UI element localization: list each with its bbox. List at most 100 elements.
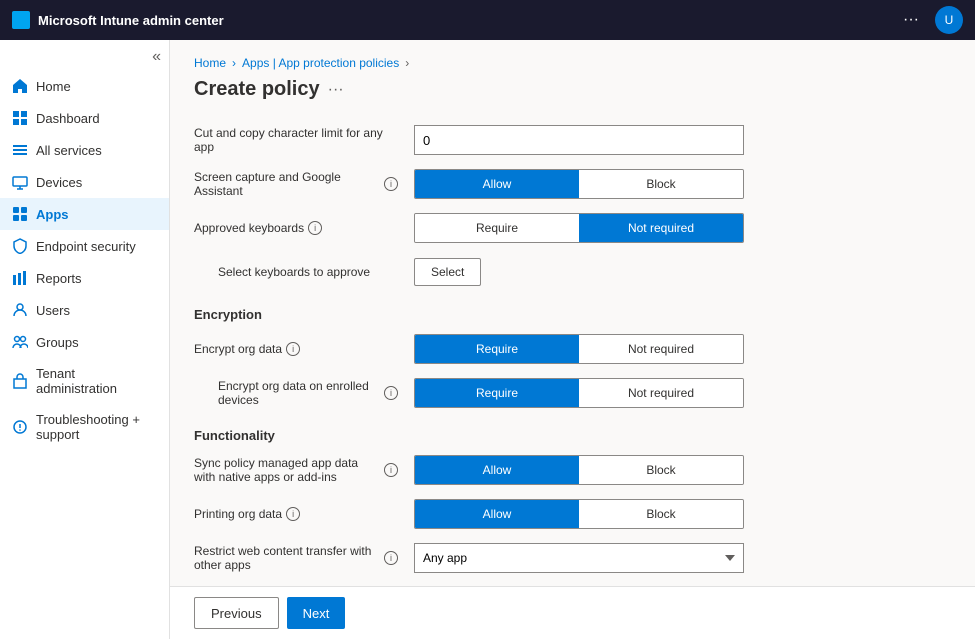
home-icon: [12, 78, 28, 94]
approved-keyboards-require-btn[interactable]: Require: [415, 214, 579, 242]
screen-capture-allow-btn[interactable]: Allow: [415, 170, 579, 198]
printing-toggle: Allow Block: [414, 499, 744, 529]
sidebar-label-tenant: Tenant administration: [36, 366, 157, 396]
previous-button[interactable]: Previous: [194, 597, 279, 629]
sidebar-item-users[interactable]: Users: [0, 294, 169, 326]
cut-copy-input[interactable]: [414, 125, 744, 155]
page-menu-btn[interactable]: ···: [328, 81, 344, 99]
next-button[interactable]: Next: [287, 597, 346, 629]
sidebar-label-troubleshoot: Troubleshooting + support: [36, 412, 157, 442]
page-title: Create policy: [194, 78, 320, 101]
sidebar-label-groups: Groups: [36, 335, 79, 350]
services-icon: [12, 142, 28, 158]
screen-capture-control: Allow Block: [414, 169, 951, 199]
encrypt-enrolled-require-btn[interactable]: Require: [415, 379, 579, 407]
approved-keyboards-not-required-btn[interactable]: Not required: [579, 214, 743, 242]
select-keyboards-row: Select keyboards to approve Select: [194, 253, 951, 291]
web-content-label: Restrict web content transfer with other…: [194, 544, 414, 572]
breadcrumb-home[interactable]: Home: [194, 56, 226, 70]
encrypt-enrolled-control: Require Not required: [414, 378, 951, 408]
sidebar-label-devices: Devices: [36, 175, 82, 190]
sidebar-item-apps[interactable]: Apps: [0, 198, 169, 230]
sidebar-collapse-btn[interactable]: «: [0, 44, 169, 70]
sidebar-item-groups[interactable]: Groups: [0, 326, 169, 358]
approved-keyboards-row: Approved keyboards i Require Not require…: [194, 209, 951, 247]
sidebar-item-reports[interactable]: Reports: [0, 262, 169, 294]
encrypt-enrolled-not-required-btn[interactable]: Not required: [579, 379, 743, 407]
printing-control: Allow Block: [414, 499, 951, 529]
sync-policy-toggle: Allow Block: [414, 455, 744, 485]
encrypt-org-control: Require Not required: [414, 334, 951, 364]
topbar-ellipsis[interactable]: ···: [903, 11, 919, 29]
sidebar-label-reports: Reports: [36, 271, 82, 286]
breadcrumb-apps[interactable]: Apps | App protection policies: [242, 56, 399, 70]
screen-capture-info-icon[interactable]: i: [384, 177, 398, 191]
user-avatar[interactable]: U: [935, 6, 963, 34]
screen-capture-row: Screen capture and Google Assistant i Al…: [194, 165, 951, 203]
sync-policy-row: Sync policy managed app data with native…: [194, 451, 951, 489]
sidebar-item-all-services[interactable]: All services: [0, 134, 169, 166]
encrypt-enrolled-toggle: Require Not required: [414, 378, 744, 408]
sidebar-item-tenant[interactable]: Tenant administration: [0, 358, 169, 404]
approved-keyboards-control: Require Not required: [414, 213, 951, 243]
printing-info-icon[interactable]: i: [286, 507, 300, 521]
encrypt-org-not-required-btn[interactable]: Not required: [579, 335, 743, 363]
sync-policy-info-icon[interactable]: i: [384, 463, 398, 477]
sidebar-item-dashboard[interactable]: Dashboard: [0, 102, 169, 134]
devices-icon: [12, 174, 28, 190]
intune-logo: [12, 11, 30, 29]
sidebar-label-home: Home: [36, 79, 71, 94]
sidebar-item-devices[interactable]: Devices: [0, 166, 169, 198]
encrypt-enrolled-info-icon[interactable]: i: [384, 386, 398, 400]
sidebar-item-home[interactable]: Home: [0, 70, 169, 102]
apps-icon: [12, 206, 28, 222]
encrypt-org-require-btn[interactable]: Require: [415, 335, 579, 363]
sidebar-item-endpoint-security[interactable]: Endpoint security: [0, 230, 169, 262]
approved-keyboards-toggle: Require Not required: [414, 213, 744, 243]
groups-icon: [12, 334, 28, 350]
sidebar-item-troubleshooting[interactable]: Troubleshooting + support: [0, 404, 169, 450]
select-keyboards-btn[interactable]: Select: [414, 258, 481, 286]
sidebar-label-all-services: All services: [36, 143, 102, 158]
screen-capture-block-btn[interactable]: Block: [579, 170, 743, 198]
sync-policy-block-btn[interactable]: Block: [579, 456, 743, 484]
sidebar-label-endpoint: Endpoint security: [36, 239, 136, 254]
encrypt-org-label: Encrypt org data i: [194, 342, 414, 356]
web-content-dropdown[interactable]: Any app Policy managed apps None Custom: [414, 543, 744, 573]
app-title: Microsoft Intune admin center: [38, 13, 224, 28]
tenant-icon: [12, 373, 28, 389]
printing-label: Printing org data i: [194, 507, 414, 521]
printing-allow-btn[interactable]: Allow: [415, 500, 579, 528]
cut-copy-control: [414, 125, 951, 155]
sidebar-label-dashboard: Dashboard: [36, 111, 100, 126]
cut-copy-row: Cut and copy character limit for any app: [194, 121, 951, 159]
web-content-row: Restrict web content transfer with other…: [194, 539, 951, 577]
screen-capture-label: Screen capture and Google Assistant i: [194, 170, 414, 198]
sync-policy-allow-btn[interactable]: Allow: [415, 456, 579, 484]
sidebar-label-apps: Apps: [36, 207, 69, 222]
reports-icon: [12, 270, 28, 286]
approved-keyboards-label: Approved keyboards i: [194, 221, 414, 235]
encrypt-org-row: Encrypt org data i Require Not required: [194, 330, 951, 368]
select-keyboards-control: Select: [414, 258, 951, 286]
select-keyboards-label: Select keyboards to approve: [194, 265, 414, 279]
main-content: Home › Apps | App protection policies › …: [170, 40, 975, 586]
approved-keyboards-info-icon[interactable]: i: [308, 221, 322, 235]
cut-copy-label: Cut and copy character limit for any app: [194, 126, 414, 154]
web-content-info-icon[interactable]: i: [384, 551, 398, 565]
printing-row: Printing org data i Allow Block: [194, 495, 951, 533]
printing-block-btn[interactable]: Block: [579, 500, 743, 528]
sync-policy-control: Allow Block: [414, 455, 951, 485]
breadcrumb-sep2: ›: [405, 56, 409, 70]
encrypt-org-info-icon[interactable]: i: [286, 342, 300, 356]
encrypt-enrolled-row: Encrypt org data on enrolled devices i R…: [194, 374, 951, 412]
dashboard-icon: [12, 110, 28, 126]
sidebar: « Home Dashboard All services Devices: [0, 40, 170, 639]
page-header: Create policy ···: [194, 78, 951, 101]
sidebar-label-users: Users: [36, 303, 70, 318]
users-icon: [12, 302, 28, 318]
sync-policy-label: Sync policy managed app data with native…: [194, 456, 414, 484]
security-icon: [12, 238, 28, 254]
breadcrumb: Home › Apps | App protection policies ›: [194, 56, 951, 70]
topbar: Microsoft Intune admin center ··· U: [0, 0, 975, 40]
